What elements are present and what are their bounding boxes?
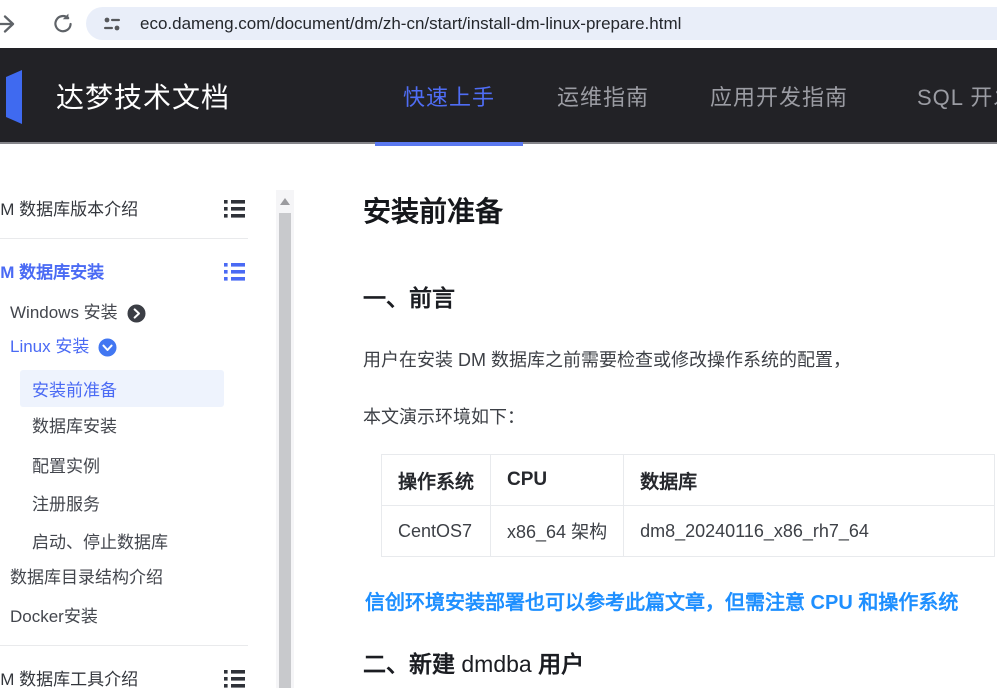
tune-icon [101,13,123,35]
circle-chevron-right-icon[interactable] [127,304,146,323]
reload-button[interactable] [49,10,77,38]
address-bar[interactable]: eco.dameng.com/document/dm/zh-cn/start/i… [86,7,997,40]
forward-button[interactable] [0,10,18,38]
env-table: 操作系统 CPU 数据库 CentOS7 x86_64 架构 dm8_20240… [381,454,995,557]
tab-sql-dev-guide[interactable]: SQL 开发指南 [917,48,997,144]
sidebar-item-db-install[interactable]: 数据库安装 [32,415,117,439]
tab-ops-guide[interactable]: 运维指南 [557,48,649,144]
tab-quick-start[interactable]: 快速上手 [403,48,495,144]
browser-window: eco.dameng.com/document/dm/zh-cn/start/i… [0,0,997,688]
dameng-logo-icon [0,70,54,129]
url-text: eco.dameng.com/document/dm/zh-cn/start/i… [140,14,681,34]
triangle-up-icon [280,198,290,205]
sidebar-item-windows-install[interactable]: Windows 安装 [10,301,146,325]
section-heading-dmdba: 二、新建 dmdba 用户 [363,645,584,679]
sidebar-item-docker-install[interactable]: Docker安装 [10,605,98,629]
toc-list-icon[interactable] [224,670,245,688]
section-heading-preface: 一、前言 [363,279,455,313]
site-title: 达梦技术文档 [56,48,230,144]
sidebar-item-start-stop-db[interactable]: 启动、停止数据库 [32,531,168,555]
sidebar-item-linux-install[interactable]: Linux 安装 [10,335,117,359]
cell-database: dm8_20240116_x86_rh7_64 [624,506,995,557]
sidebar-item-register-service[interactable]: 注册服务 [32,493,100,517]
xinchuang-note: 信创环境安装部署也可以参考此篇文章，但需注意 CPU 和操作系统 [365,586,997,615]
reload-icon [51,12,75,36]
col-database: 数据库 [624,455,995,506]
sidebar-divider [0,645,248,646]
sidebar-item-dm-install[interactable]: DM 数据库安装 [0,261,104,285]
browser-toolbar: eco.dameng.com/document/dm/zh-cn/start/i… [0,0,997,48]
cell-os: CentOS7 [382,506,491,557]
env-table-header-row: 操作系统 CPU 数据库 [382,455,995,506]
sidebar-scrollbar-thumb[interactable] [279,213,291,688]
site-info-button[interactable] [101,12,125,36]
site-header: 达梦技术文档 快速上手 运维指南 应用开发指南 SQL 开发指南 [0,48,997,144]
col-cpu: CPU [491,455,624,506]
sidebar-item-dm-version-intro[interactable]: DM 数据库版本介绍 [0,198,138,222]
paragraph-env: 本文演示环境如下： [363,403,525,429]
env-table-row: CentOS7 x86_64 架构 dm8_20240116_x86_rh7_6… [382,506,995,557]
forward-arrow-icon [0,12,17,36]
toc-list-icon[interactable] [224,200,245,218]
paragraph-intro: 用户在安装 DM 数据库之前需要检查或修改操作系统的配置， [363,346,851,372]
cell-cpu: x86_64 架构 [491,506,624,557]
sidebar-item-dir-structure[interactable]: 数据库目录结构介绍 [10,566,163,590]
sidebar-divider [0,238,248,239]
sidebar-nav: DM 数据库版本介绍 DM 数据库安装 Windows 安装 [0,146,260,688]
col-os: 操作系统 [382,455,491,506]
scroll-up-button[interactable] [276,190,294,212]
tab-app-dev-guide[interactable]: 应用开发指南 [710,48,848,144]
sidebar-item-dm-tools-intro[interactable]: DM 数据库工具介绍 [0,668,138,688]
page-title: 安装前准备 [363,190,503,230]
circle-chevron-down-icon[interactable] [98,338,117,357]
toc-list-icon-active[interactable] [224,263,245,281]
sidebar-item-config-instance[interactable]: 配置实例 [32,455,100,479]
sidebar-item-install-prepare[interactable]: 安装前准备 [20,370,224,407]
